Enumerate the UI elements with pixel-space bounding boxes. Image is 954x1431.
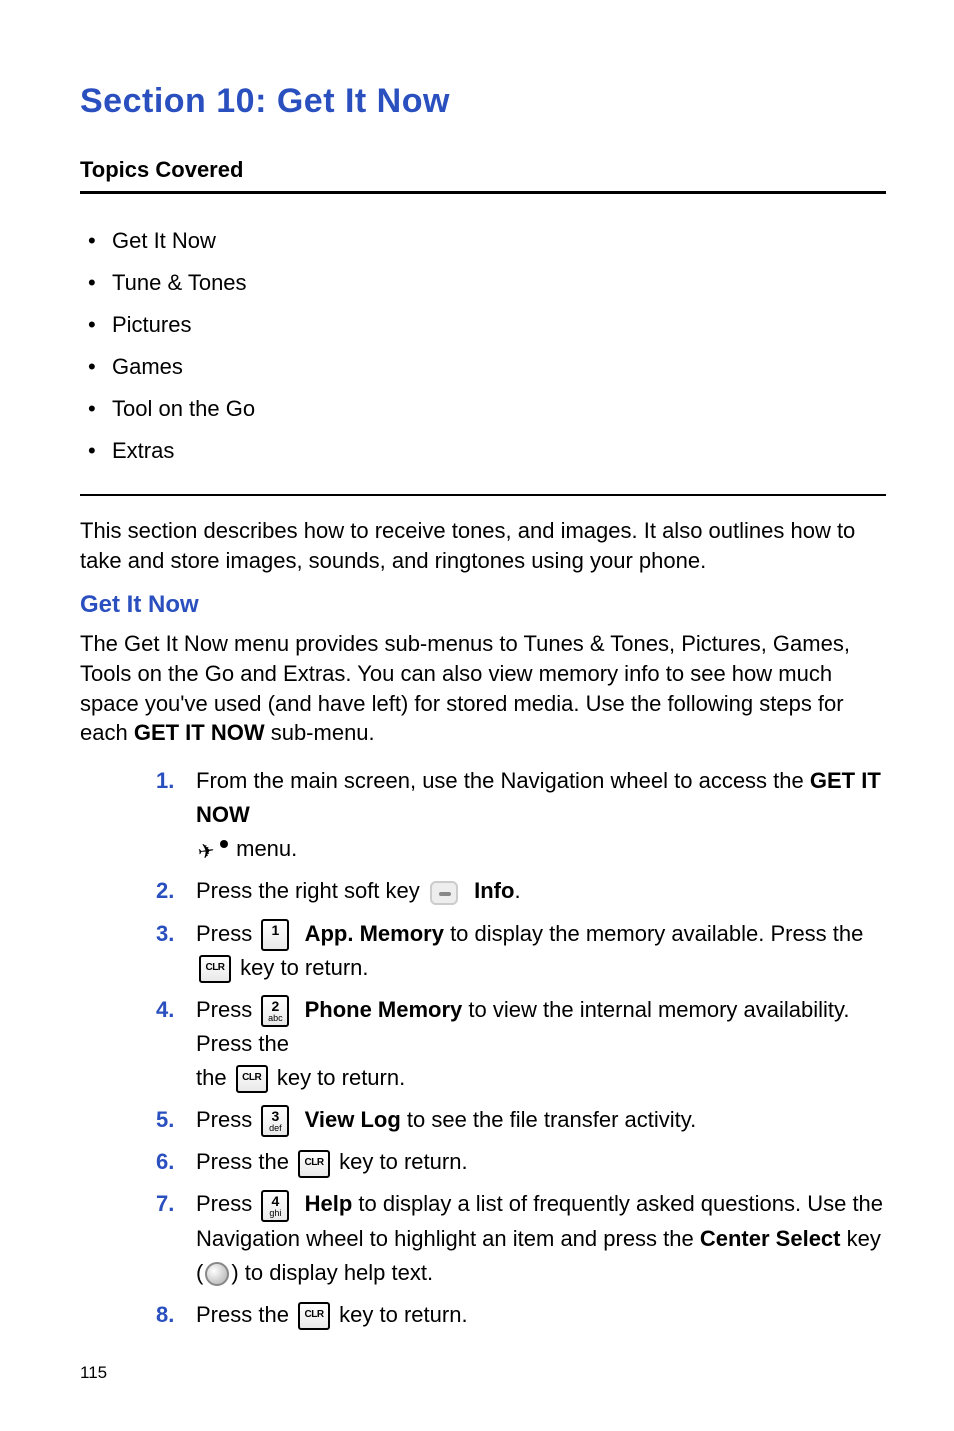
text: ) to display help text.: [231, 1260, 433, 1285]
key-4-icon: 4ghi: [261, 1190, 289, 1222]
list-item: •Extras: [80, 430, 886, 472]
center-select-key-icon: [205, 1262, 229, 1286]
text: Press: [196, 921, 258, 946]
divider-thin: [80, 494, 886, 496]
section-title: Section 10: Get It Now: [80, 82, 886, 121]
text: menu.: [236, 836, 297, 861]
get-it-now-icon: ✈: [198, 840, 228, 862]
page-number: 115: [80, 1363, 107, 1383]
clr-key-icon: CLR: [199, 955, 231, 983]
bold-text: Help: [305, 1191, 353, 1216]
list-item: •Games: [80, 346, 886, 388]
text: key to return.: [339, 1149, 467, 1174]
subheading-get-it-now: Get It Now: [80, 591, 886, 619]
list-item: •Tune & Tones: [80, 262, 886, 304]
bold-text: Phone Memory: [305, 997, 463, 1022]
bold-text: App. Memory: [305, 921, 444, 946]
step-3: Press 1 App. Memory to display the memor…: [156, 917, 886, 985]
bold-text: GET IT NOW: [134, 720, 265, 745]
text: Press the right soft key: [196, 878, 426, 903]
step-6: Press the CLR key to return.: [156, 1145, 886, 1179]
topic-text: Extras: [112, 438, 174, 464]
list-item: •Pictures: [80, 304, 886, 346]
bold-text: Center Select: [700, 1226, 841, 1251]
topic-text: Games: [112, 354, 183, 380]
list-item: •Get It Now: [80, 220, 886, 262]
text: From the main screen, use the Navigation…: [196, 768, 810, 793]
text: to display the memory available. Press t…: [444, 921, 863, 946]
clr-key-icon: CLR: [236, 1065, 268, 1093]
text: Press the: [196, 1149, 295, 1174]
text: Press: [196, 997, 258, 1022]
text: sub-menu.: [265, 720, 375, 745]
clr-key-icon: CLR: [298, 1150, 330, 1178]
key-1-icon: 1: [261, 919, 289, 951]
text: to view the internal memory availability…: [196, 997, 850, 1056]
text: to see the file transfer activity.: [401, 1107, 697, 1132]
step-2: Press the right soft key Info.: [156, 874, 886, 908]
text: .: [514, 878, 520, 903]
intro-text: This section describes how to receive to…: [80, 516, 886, 575]
topics-list: •Get It Now •Tune & Tones •Pictures •Gam…: [80, 220, 886, 472]
key-3-icon: 3def: [261, 1105, 289, 1137]
text: Press: [196, 1191, 258, 1216]
text: key to return.: [339, 1302, 467, 1327]
step-4: Press 2abc Phone Memory to view the inte…: [156, 993, 886, 1095]
steps-list: From the main screen, use the Navigation…: [156, 764, 886, 1332]
clr-key-icon: CLR: [298, 1302, 330, 1330]
subhead-body: The Get It Now menu provides sub-menus t…: [80, 629, 886, 748]
step-8: Press the CLR key to return.: [156, 1298, 886, 1332]
text: key to return.: [277, 1065, 405, 1090]
topic-text: Get It Now: [112, 228, 216, 254]
topics-label: Topics Covered: [80, 157, 886, 183]
list-item: •Tool on the Go: [80, 388, 886, 430]
step-5: Press 3def View Log to see the file tran…: [156, 1103, 886, 1137]
text: key to return.: [240, 955, 368, 980]
topic-text: Tune & Tones: [112, 270, 247, 296]
bold-text: Info: [474, 878, 514, 903]
text: Press the: [196, 1302, 295, 1327]
divider-thick: [80, 191, 886, 194]
step-7: Press 4ghi Help to display a list of fre…: [156, 1187, 886, 1289]
bold-text: View Log: [305, 1107, 401, 1132]
text: Press: [196, 1107, 258, 1132]
right-soft-key-icon: [430, 881, 458, 905]
key-2-icon: 2abc: [261, 995, 289, 1027]
step-1: From the main screen, use the Navigation…: [156, 764, 886, 866]
topic-text: Pictures: [112, 312, 191, 338]
topic-text: Tool on the Go: [112, 396, 255, 422]
